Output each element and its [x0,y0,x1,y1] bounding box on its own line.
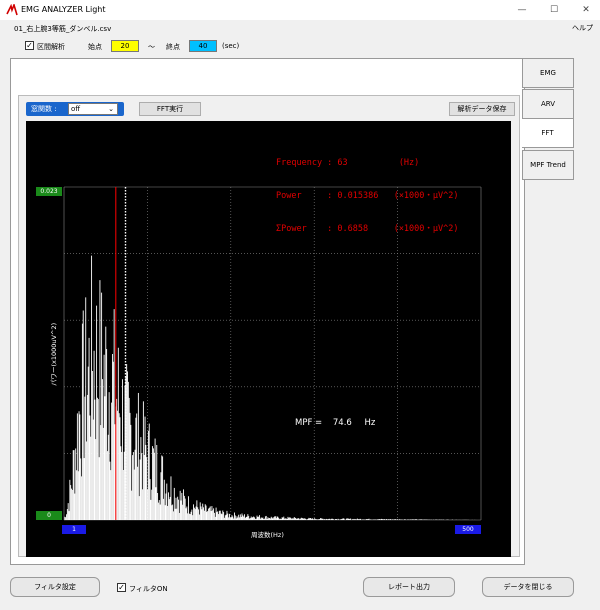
chevron-down-icon: ⌄ [108,105,114,113]
filter-on-label: フィルタON [129,585,168,593]
start-value-field[interactable]: 20 [111,40,139,52]
window-function-select[interactable]: off ⌄ [68,103,118,115]
info-readout: Frequency : 63 (Hz) Power : 0.015386 (×1… [276,136,459,257]
window-title: EMG ANALYZER Light [21,5,106,14]
fft-run-button[interactable]: FFT実行 [139,102,201,116]
y-min-label: 0 [36,511,62,520]
app-logo-icon [6,4,18,16]
title-bar: EMG ANALYZER Light — ☐ ✕ [0,0,600,20]
maximize-button[interactable]: ☐ [544,2,564,18]
save-analysis-button[interactable]: 解析データ保存 [449,102,515,116]
info-power: Power : 0.015386 (×1000・μV^2) [276,191,459,201]
info-frequency: Frequency : 63 (Hz) [276,158,420,168]
window-function-value: off [71,105,81,113]
filter-settings-button[interactable]: フィルタ設定 [10,577,100,597]
end-label: 終点 [166,43,180,51]
range-tilde: 〜 [148,43,155,51]
help-menu[interactable]: ヘルプ [572,23,593,33]
tab-fft[interactable]: FFT [522,118,574,148]
unit-label: (sec) [222,42,240,50]
end-value-field[interactable]: 40 [189,40,217,52]
mpf-label: MPF = [295,418,323,428]
interval-checkbox[interactable]: ✓ [25,41,34,50]
mpf-value: 74.6 [332,418,352,428]
filter-on-checkbox[interactable]: ✓ [117,583,126,592]
interval-checkbox-label: 区間解析 [37,43,65,51]
x-min-label: 1 [62,525,86,534]
tab-mpf-trend[interactable]: MPF Trend [522,150,574,180]
fft-plot: Frequency : 63 (Hz) Power : 0.015386 (×1… [26,121,511,557]
mpf-readout: MPF = 74.6 Hz [295,418,375,428]
close-data-button[interactable]: データを閉じる [482,577,574,597]
report-output-button[interactable]: レポート出力 [363,577,455,597]
file-name: 01_右上腕3等筋_ダンベル.csv [14,25,112,33]
close-button[interactable]: ✕ [576,2,596,18]
mpf-unit: Hz [364,418,376,428]
tab-emg[interactable]: EMG [522,58,574,88]
tab-arv[interactable]: ARV [522,89,574,119]
info-sigma-power: ΣPower : 0.6858 (×1000・μV^2) [276,224,459,234]
start-label: 始点 [88,43,102,51]
x-max-label: 500 [455,525,481,534]
minimize-button[interactable]: — [512,2,532,18]
window-function-label: 窓関数 : [31,105,57,113]
y-axis-label: パワー(x1000uV^2) [50,322,58,386]
y-max-label: 0.023 [36,187,62,196]
x-axis-label: 周波数(Hz) [251,531,284,539]
